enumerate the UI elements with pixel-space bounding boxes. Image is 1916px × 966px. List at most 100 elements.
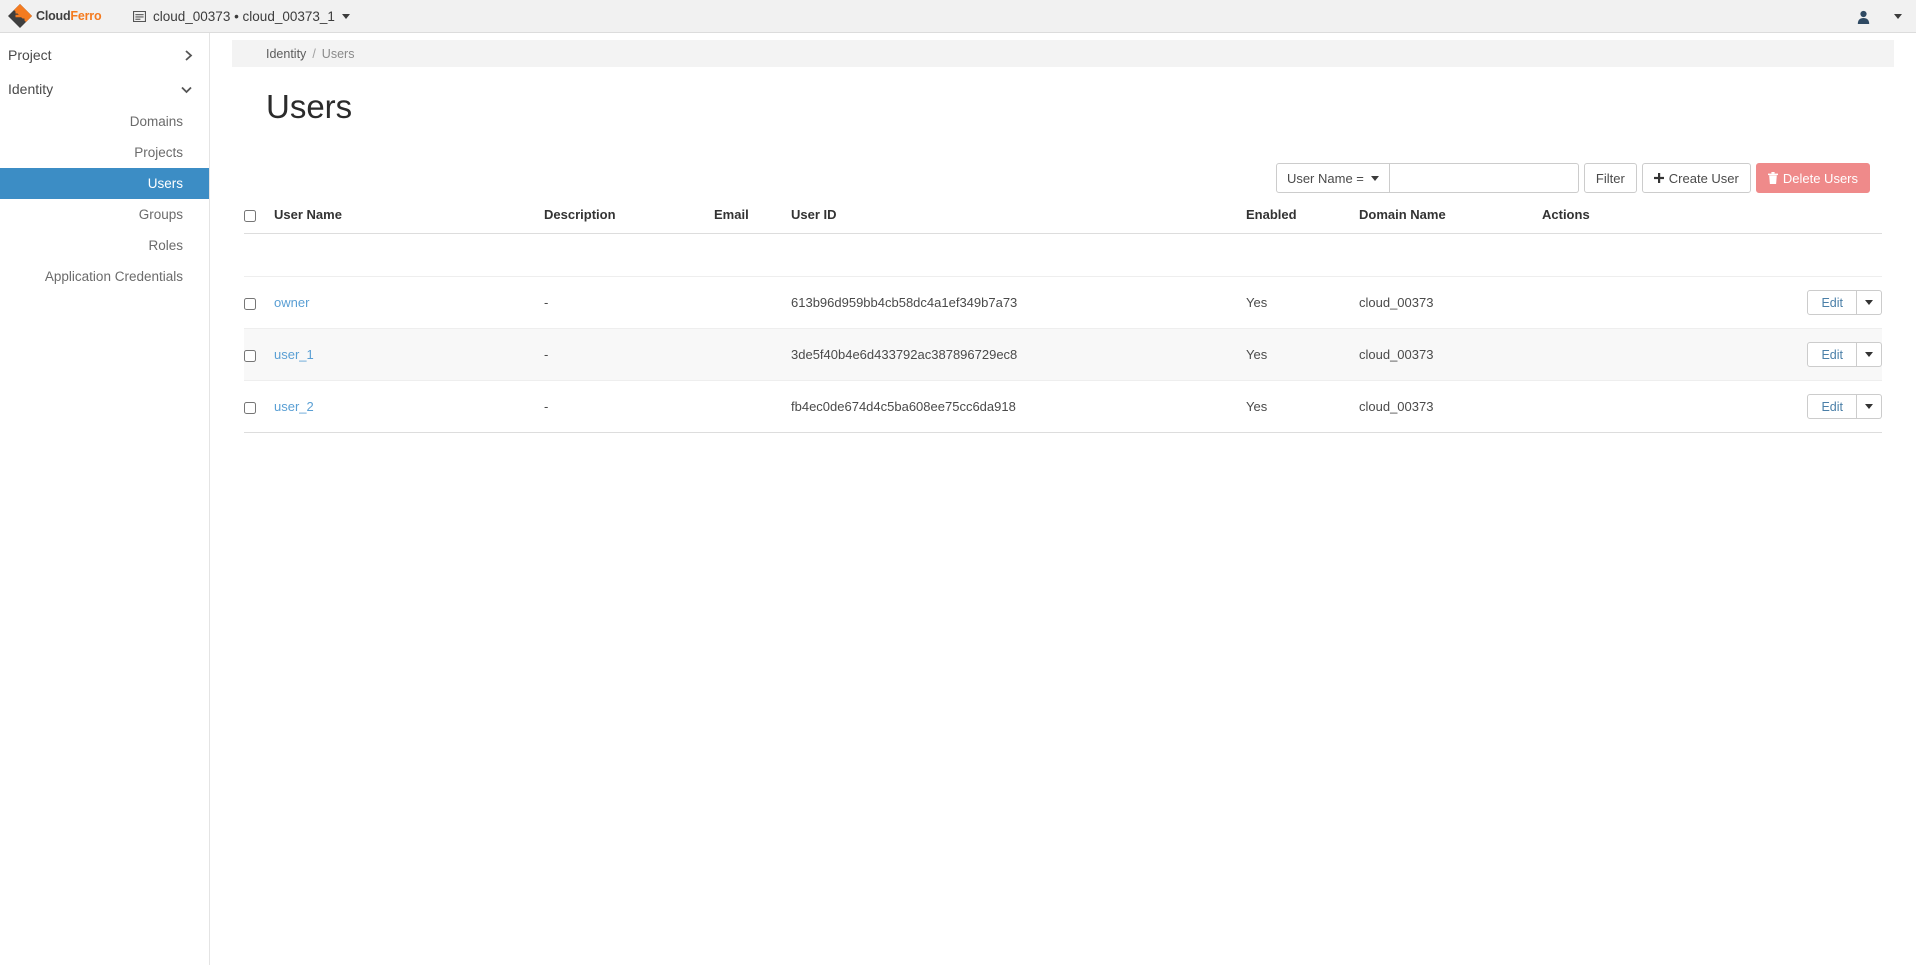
cell-email bbox=[714, 329, 791, 381]
row-action-group: Edit bbox=[1807, 342, 1882, 368]
header-user-id[interactable]: User ID bbox=[791, 207, 1246, 235]
user-menu-button[interactable] bbox=[1843, 0, 1884, 33]
row-actions-dropdown-button[interactable] bbox=[1857, 342, 1882, 368]
edit-button[interactable]: Edit bbox=[1807, 394, 1857, 420]
breadcrumb-identity[interactable]: Identity bbox=[266, 47, 306, 61]
cell-email bbox=[714, 277, 791, 329]
breadcrumb: Identity / Users bbox=[232, 40, 1894, 67]
user-person-icon bbox=[1857, 10, 1870, 24]
user-name-link[interactable]: user_2 bbox=[274, 399, 314, 414]
cell-email bbox=[714, 381, 791, 433]
table-row[interactable]: user_2 - fb4ec0de674d4c5ba608ee75cc6da91… bbox=[244, 381, 1882, 433]
cell-user-name: owner bbox=[274, 277, 544, 329]
cell-actions: Edit bbox=[1542, 381, 1882, 433]
brand-cloud-text: Cloud bbox=[36, 8, 71, 23]
breadcrumb-users: Users bbox=[321, 46, 355, 61]
table-spacer-row bbox=[244, 234, 1882, 277]
brand-wordmark: CloudFerro bbox=[36, 8, 102, 23]
select-all-checkbox[interactable] bbox=[244, 209, 256, 222]
row-select-cell bbox=[244, 277, 274, 329]
row-actions-dropdown-button[interactable] bbox=[1857, 394, 1882, 420]
sidebar-item-users[interactable]: Users bbox=[0, 168, 209, 199]
cell-user-id: 3de5f40b4e6d433792ac387896729ec8 bbox=[791, 347, 1018, 363]
filter-field-select[interactable]: User Name = bbox=[1275, 163, 1390, 194]
cell-domain-name: cloud_00373 bbox=[1359, 399, 1434, 415]
cell-user-name: user_1 bbox=[274, 329, 544, 381]
filter-button[interactable]: Filter bbox=[1583, 163, 1637, 194]
create-user-button[interactable]: Create User bbox=[1641, 163, 1751, 194]
sidebar-item-roles[interactable]: Roles bbox=[0, 230, 209, 261]
row-select-cell bbox=[244, 381, 274, 433]
page-title: Users bbox=[266, 88, 353, 125]
row-actions-dropdown-button[interactable] bbox=[1857, 290, 1882, 316]
navbar-right-section bbox=[1843, 0, 1916, 33]
sidebar-item-projects[interactable]: Projects bbox=[0, 137, 209, 168]
search-input[interactable] bbox=[1389, 163, 1579, 194]
sidebar-group-identity[interactable]: Identity bbox=[0, 72, 209, 106]
chevron-down-icon bbox=[181, 86, 192, 93]
table-toolbar: User Name = Filter Create User Delete Us… bbox=[244, 163, 1882, 194]
users-table-head: User Name Description Email User ID Enab… bbox=[244, 207, 1882, 235]
table-row[interactable]: user_1 - 3de5f40b4e6d433792ac387896729ec… bbox=[244, 328, 1882, 381]
caret-down-icon bbox=[1865, 404, 1873, 410]
brand-ferro-text: Ferro bbox=[70, 8, 102, 23]
sidebar-item-domains[interactable]: Domains bbox=[0, 106, 209, 137]
header-select-all bbox=[244, 207, 274, 235]
row-checkbox[interactable] bbox=[244, 401, 256, 414]
cell-description: - bbox=[544, 295, 549, 311]
table-row[interactable]: owner - 613b96d959bb4cb58dc4a1ef349b7a73… bbox=[244, 277, 1882, 329]
main-content: Identity / Users Users User Name = Filte… bbox=[210, 33, 1916, 965]
create-user-button-label: Create User bbox=[1668, 170, 1739, 186]
row-select-cell bbox=[244, 329, 274, 381]
header-actions: Actions bbox=[1542, 207, 1882, 235]
project-card-icon bbox=[133, 10, 146, 22]
row-checkbox[interactable] bbox=[244, 349, 256, 362]
brand-logo[interactable]: CloudFerro bbox=[0, 0, 110, 33]
header-email[interactable]: Email bbox=[714, 207, 791, 235]
header-description[interactable]: Description bbox=[544, 207, 714, 235]
cell-description: - bbox=[544, 347, 549, 363]
sidebar-item-application-credentials[interactable]: Application Credentials bbox=[0, 261, 209, 292]
header-user-name[interactable]: User Name bbox=[274, 207, 544, 235]
delete-users-button-label: Delete Users bbox=[1782, 170, 1858, 186]
cell-domain-name: cloud_00373 bbox=[1359, 347, 1434, 363]
sidebar-group-identity-label: Identity bbox=[8, 81, 54, 97]
cell-enabled: Yes bbox=[1246, 347, 1268, 363]
table-header-row: User Name Description Email User ID Enab… bbox=[244, 207, 1882, 235]
caret-down-icon bbox=[1370, 175, 1379, 181]
cell-user-name: user_2 bbox=[274, 381, 544, 433]
chevron-right-icon bbox=[185, 49, 193, 61]
cell-user-id: fb4ec0de674d4c5ba608ee75cc6da918 bbox=[791, 399, 1016, 415]
cell-actions: Edit bbox=[1542, 277, 1882, 329]
project-context-switcher[interactable]: cloud_00373 • cloud_00373_1 bbox=[129, 0, 354, 33]
row-checkbox[interactable] bbox=[244, 297, 256, 310]
sidebar-item-groups[interactable]: Groups bbox=[0, 199, 209, 230]
cell-description: - bbox=[544, 399, 549, 415]
delete-users-button[interactable]: Delete Users bbox=[1755, 163, 1870, 194]
row-action-group: Edit bbox=[1807, 394, 1882, 420]
row-action-group: Edit bbox=[1807, 290, 1882, 316]
app-shell: Project Identity Domains Projects Users … bbox=[0, 33, 1916, 965]
header-enabled[interactable]: Enabled bbox=[1246, 207, 1359, 235]
trash-icon bbox=[1767, 172, 1778, 185]
edit-button[interactable]: Edit bbox=[1807, 342, 1857, 368]
users-panel: User Name = Filter Create User Delete Us… bbox=[232, 163, 1894, 433]
user-name-link[interactable]: owner bbox=[274, 295, 309, 310]
caret-down-icon bbox=[1894, 14, 1902, 19]
plus-icon bbox=[1653, 173, 1664, 184]
filter-field-select-label: User Name = bbox=[1286, 170, 1364, 186]
navbar-settings-dropdown[interactable] bbox=[1884, 0, 1916, 33]
sidebar: Project Identity Domains Projects Users … bbox=[0, 33, 210, 965]
sidebar-group-project[interactable]: Project bbox=[0, 38, 209, 72]
cell-enabled: Yes bbox=[1246, 399, 1268, 415]
cell-actions: Edit bbox=[1542, 329, 1882, 381]
filter-group: User Name = bbox=[1275, 163, 1579, 194]
top-navbar: CloudFerro cloud_00373 • cloud_00373_1 bbox=[0, 0, 1916, 33]
table-spacer-cell bbox=[244, 234, 1882, 277]
cell-enabled: Yes bbox=[1246, 295, 1268, 311]
edit-button[interactable]: Edit bbox=[1807, 290, 1857, 316]
header-domain-name[interactable]: Domain Name bbox=[1359, 207, 1542, 235]
users-table: User Name Description Email User ID Enab… bbox=[244, 207, 1882, 433]
user-name-link[interactable]: user_1 bbox=[274, 347, 314, 362]
project-context-label: cloud_00373 • cloud_00373_1 bbox=[153, 8, 335, 24]
